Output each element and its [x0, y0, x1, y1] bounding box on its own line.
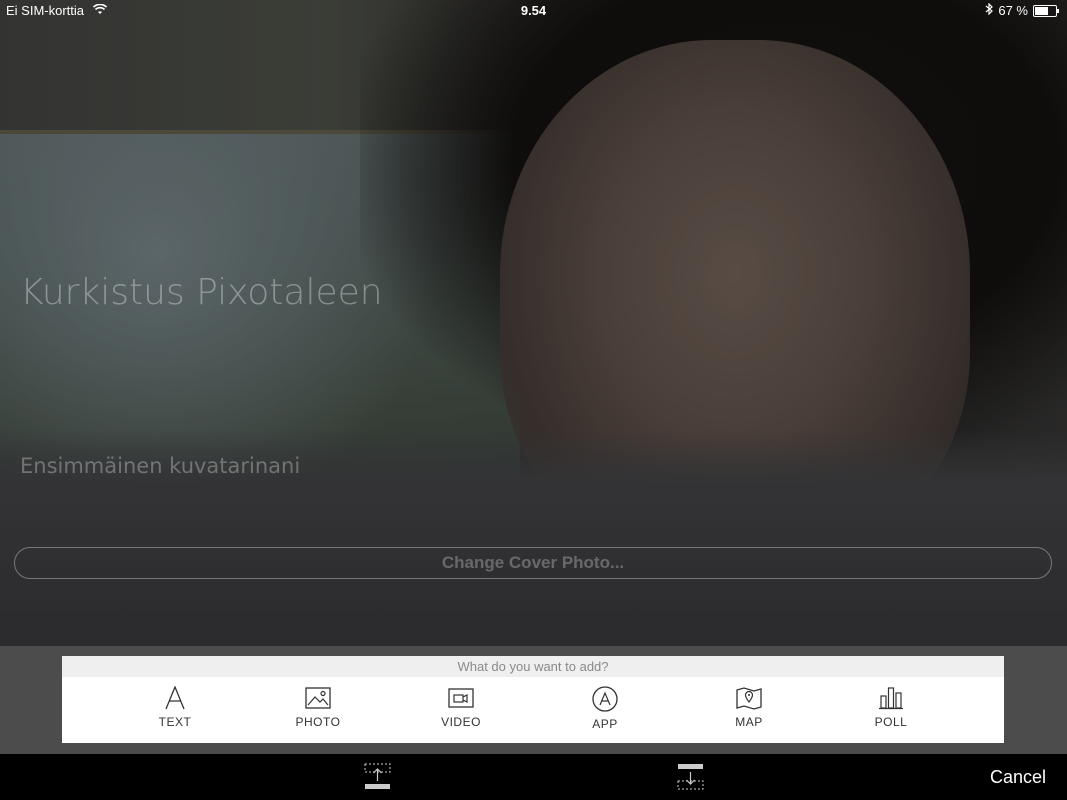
text-icon — [165, 686, 185, 710]
add-option-label: POLL — [874, 715, 908, 729]
add-option-label: PHOTO — [295, 715, 341, 729]
add-option-label: TEXT — [158, 715, 192, 729]
add-app-button[interactable]: APP — [560, 686, 650, 731]
story-title[interactable]: Kurkistus Pixotaleen — [20, 272, 383, 313]
add-photo-button[interactable]: PHOTO — [273, 686, 363, 729]
add-option-label: APP — [592, 717, 618, 731]
add-option-label: VIDEO — [441, 715, 481, 729]
add-map-button[interactable]: MAP — [704, 686, 794, 729]
cancel-button[interactable]: Cancel — [990, 767, 1046, 788]
add-prompt: What do you want to add? — [62, 656, 1004, 677]
photo-icon — [305, 687, 331, 709]
add-content-panel: What do you want to add? TEXT PHOTO VIDE… — [62, 656, 1004, 743]
add-text-button[interactable]: TEXT — [130, 686, 220, 729]
status-bar: Ei SIM-korttia 9.54 67 % — [0, 0, 1067, 22]
map-icon — [736, 687, 762, 710]
app-icon — [592, 686, 618, 712]
video-icon — [448, 688, 474, 708]
story-subtitle[interactable]: Ensimmäinen kuvatarinani — [20, 454, 300, 478]
change-cover-photo-button[interactable]: Change Cover Photo... — [14, 547, 1052, 579]
bluetooth-icon — [985, 2, 994, 18]
battery-percent: 67 % — [998, 3, 1028, 18]
add-video-button[interactable]: VIDEO — [416, 686, 506, 729]
add-options: TEXT PHOTO VIDEO APP MAP POLL — [62, 677, 1004, 743]
bottom-toolbar: Cancel — [0, 754, 1067, 800]
poll-icon — [879, 687, 903, 710]
clock: 9.54 — [520, 3, 547, 18]
insert-above-icon[interactable] — [364, 763, 391, 795]
battery-icon — [1033, 4, 1059, 17]
add-poll-button[interactable]: POLL — [846, 686, 936, 729]
insert-below-icon[interactable] — [677, 763, 704, 795]
add-option-label: MAP — [735, 715, 763, 729]
